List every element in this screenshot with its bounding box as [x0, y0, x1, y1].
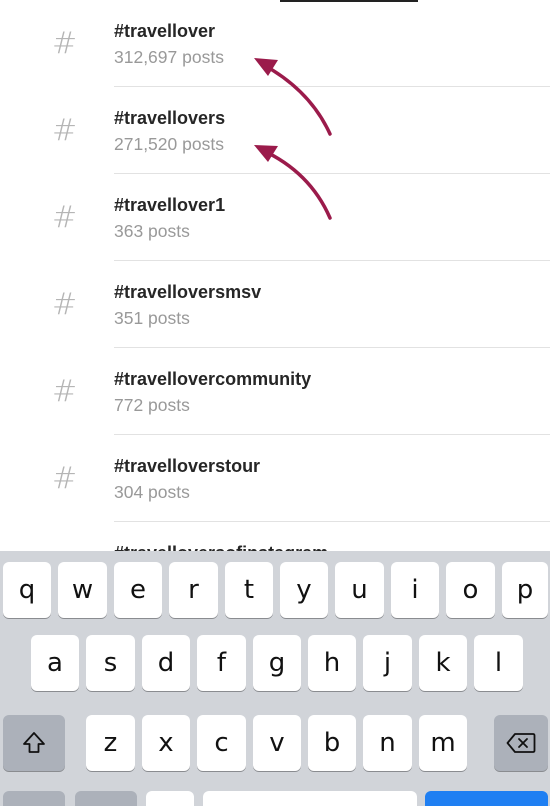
hashtag-icon: # — [52, 374, 78, 409]
backspace-key[interactable] — [494, 715, 548, 771]
result-row-travelloversmsv[interactable]: # #travelloversmsv 351 posts — [0, 261, 550, 348]
key-d[interactable]: d — [142, 635, 190, 691]
key-w[interactable]: w — [58, 562, 107, 618]
key-g[interactable]: g — [253, 635, 301, 691]
key-t[interactable]: t — [225, 562, 273, 618]
key-e[interactable]: e — [114, 562, 162, 618]
post-count: 271,520 posts — [114, 134, 224, 154]
hashtag-name: #travellovers — [114, 108, 226, 128]
key-r[interactable]: r — [169, 562, 218, 618]
result-row-travellovercommunity[interactable]: # #travellovercommunity 772 posts — [0, 348, 550, 435]
hashtag-icon: # — [52, 461, 78, 496]
dictation-key[interactable] — [146, 791, 194, 806]
key-v[interactable]: v — [253, 715, 301, 771]
hashtag-results-list: # #travellover 312,697 posts # #travello… — [0, 0, 550, 551]
space-key[interactable] — [203, 791, 417, 806]
emoji-key[interactable] — [75, 791, 137, 806]
post-count: 304 posts — [114, 482, 190, 502]
key-m[interactable]: m — [419, 715, 467, 771]
key-c[interactable]: c — [197, 715, 246, 771]
key-s[interactable]: s — [86, 635, 135, 691]
key-q[interactable]: q — [3, 562, 51, 618]
shift-key[interactable] — [3, 715, 65, 771]
key-o[interactable]: o — [446, 562, 495, 618]
hashtag-name: #travellover — [114, 21, 216, 41]
key-n[interactable]: n — [363, 715, 412, 771]
key-f[interactable]: f — [197, 635, 246, 691]
hashtag-name: #travellovercommunity — [114, 369, 312, 389]
key-k[interactable]: k — [419, 635, 467, 691]
key-y[interactable]: y — [280, 562, 328, 618]
post-count: 363 posts — [114, 221, 190, 241]
key-u[interactable]: u — [335, 562, 384, 618]
key-h[interactable]: h — [308, 635, 356, 691]
hashtag-name: #travellover1 — [114, 195, 226, 215]
numbers-key[interactable] — [3, 791, 65, 806]
post-count: 351 posts — [114, 308, 190, 328]
post-count: 772 posts — [114, 395, 190, 415]
hashtag-name: #travelloversmsv — [114, 282, 262, 302]
key-l[interactable]: l — [474, 635, 523, 691]
keyboard: q w e r t y u i o p a s d f g h j k l z … — [0, 551, 550, 806]
key-p[interactable]: p — [502, 562, 548, 618]
hashtag-icon: # — [52, 287, 78, 322]
key-i[interactable]: i — [391, 562, 439, 618]
shift-arrow-icon — [23, 732, 45, 753]
search-key[interactable] — [425, 791, 548, 806]
hashtag-icon: # — [52, 26, 78, 61]
result-row-travellover1[interactable]: # #travellover1 363 posts — [0, 174, 550, 261]
key-j[interactable]: j — [363, 635, 412, 691]
key-z[interactable]: z — [86, 715, 135, 771]
key-x[interactable]: x — [142, 715, 190, 771]
result-row-travelloverstour[interactable]: # #travelloverstour 304 posts — [0, 435, 550, 522]
result-row-travelloversofinstagram[interactable]: # #travelloversofinstagram — [0, 522, 550, 551]
post-count: 312,697 posts — [114, 47, 224, 67]
key-b[interactable]: b — [308, 715, 356, 771]
result-row-travellovers[interactable]: # #travellovers 271,520 posts — [0, 87, 550, 174]
backspace-icon — [506, 733, 536, 753]
hashtag-icon: # — [52, 200, 78, 235]
hashtag-name: #travelloversofinstagram — [114, 543, 328, 551]
hashtag-name: #travelloverstour — [114, 456, 261, 476]
hashtag-icon: # — [52, 113, 78, 148]
result-row-travellover[interactable]: # #travellover 312,697 posts — [0, 0, 550, 87]
key-a[interactable]: a — [31, 635, 79, 691]
